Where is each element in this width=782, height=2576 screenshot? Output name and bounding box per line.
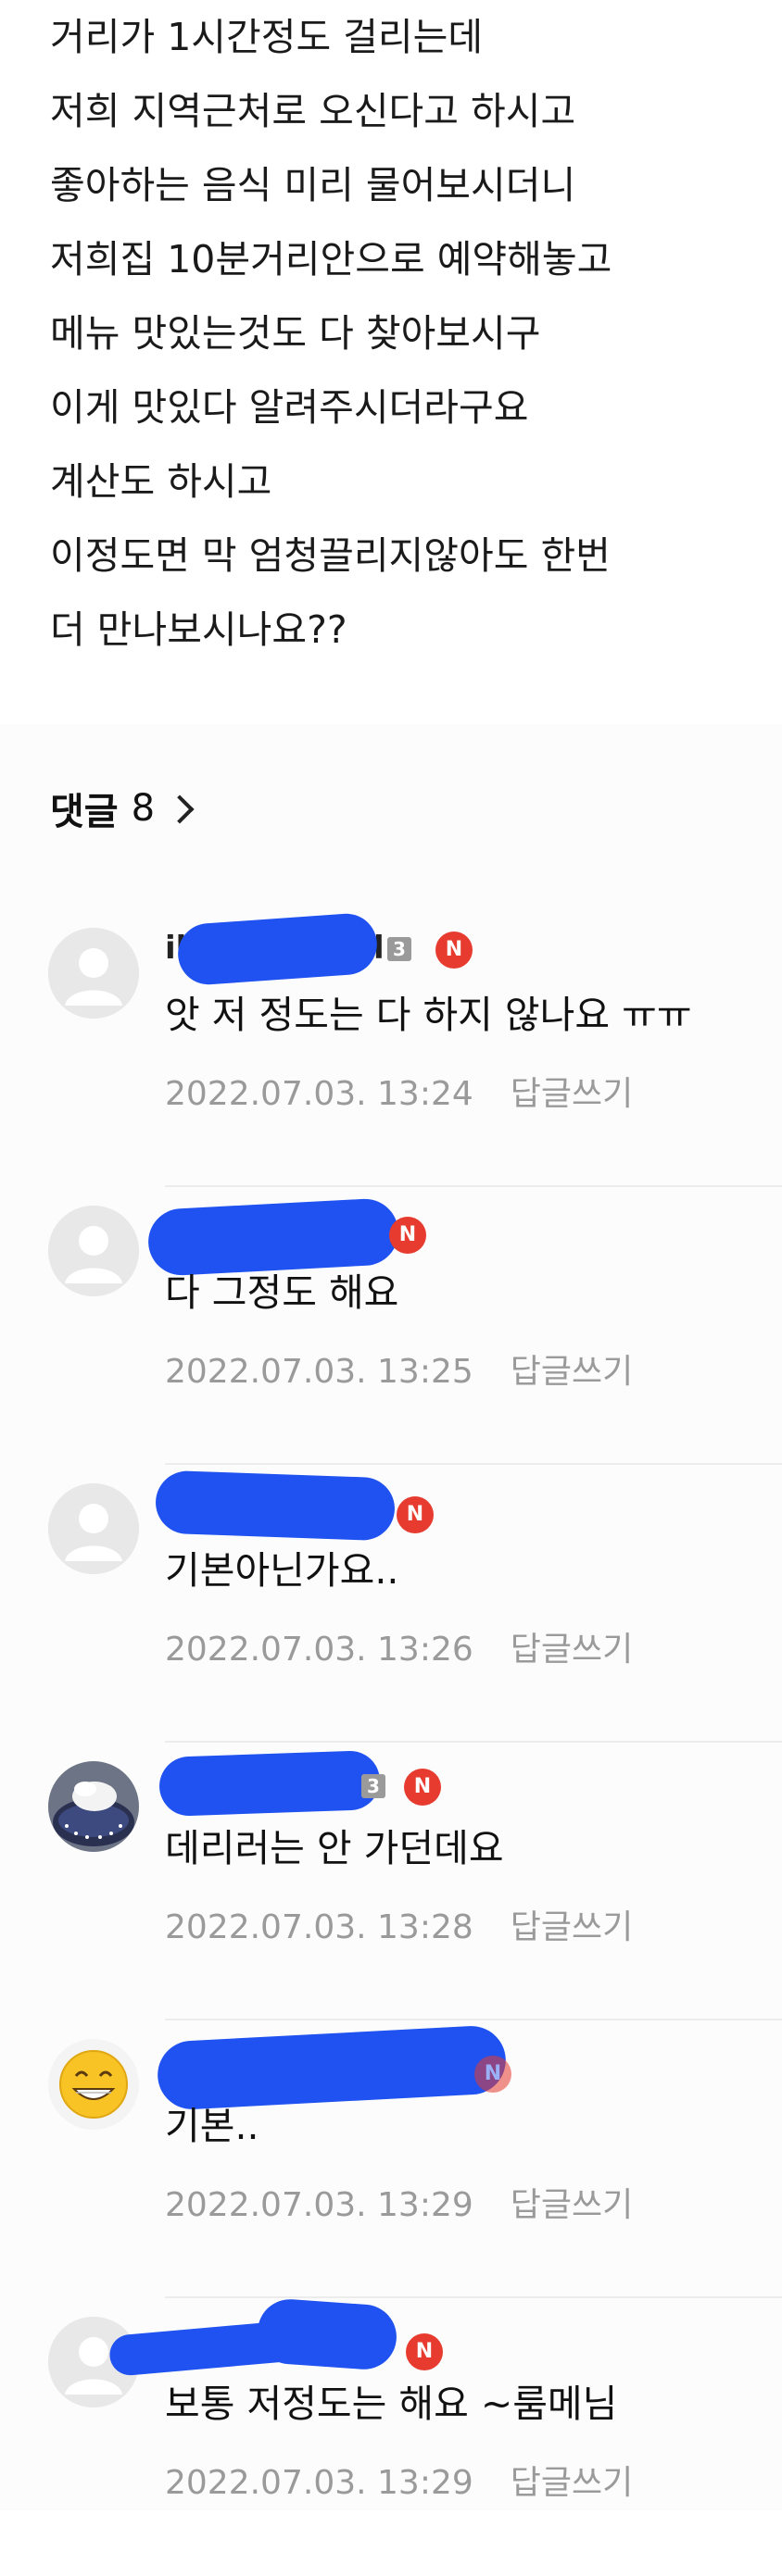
redaction-mark <box>158 1749 382 1818</box>
post-line: 더 만나보시나요?? <box>50 607 347 652</box>
new-badge: N <box>435 932 473 969</box>
comment-date: 2022.07.03. 13:26 <box>165 1631 473 1669</box>
new-badge: N <box>406 2333 443 2370</box>
comment-item: N 기본아닌가요.. 2022.07.03. 13:26 답글쓰기 <box>0 1465 782 1743</box>
comment-meta: 2022.07.03. 13:29 답글쓰기 <box>165 2178 633 2226</box>
reply-button[interactable]: 답글쓰기 <box>511 1075 633 1113</box>
new-badge: N <box>474 2056 511 2093</box>
comment-text: 데리러는 안 가던데요 <box>165 1826 504 1870</box>
comments-header-link[interactable]: 댓글 8 <box>50 782 195 835</box>
post-line: 메뉴 맛있는것도 다 찾아보시구 <box>50 311 541 356</box>
comment-date: 2022.07.03. 13:29 <box>165 2186 473 2224</box>
redaction-mark <box>154 1469 397 1542</box>
comment-text: 기본.. <box>165 2104 259 2148</box>
emoji-avatar-icon[interactable] <box>48 2039 139 2130</box>
comment-author[interactable]: N <box>154 1469 721 1542</box>
comments-title: 댓글 <box>50 791 119 833</box>
comment-meta: 2022.07.03. 13:26 답글쓰기 <box>165 1622 633 1670</box>
comment-author[interactable]: 3 N <box>158 1749 721 1818</box>
post-line: 저희 지역근처로 오신다고 하시고 <box>50 89 576 133</box>
post-line: 좋아하는 음식 미리 물어보시더니 <box>50 163 576 207</box>
comment-meta: 2022.07.03. 13:29 답글쓰기 <box>165 2456 633 2504</box>
chevron-right-icon <box>165 794 195 824</box>
reply-button[interactable]: 답글쓰기 <box>511 1908 633 1946</box>
reply-button[interactable]: 답글쓰기 <box>511 1353 633 1391</box>
reply-button[interactable]: 답글쓰기 <box>511 2186 633 2224</box>
post-body: 거리가 1시간정도 걸리는데 저희 지역근처로 오신다고 하시고 좋아하는 음식… <box>0 0 782 724</box>
comment-text: 앗 저 정도는 다 하지 않나요 ㅠㅠ <box>165 993 692 1037</box>
reply-button[interactable]: 답글쓰기 <box>511 1631 633 1669</box>
default-avatar-icon[interactable] <box>48 1483 139 1574</box>
comment-item: N 다 그정도 해요 2022.07.03. 13:25 답글쓰기 <box>0 1187 782 1465</box>
comment-author[interactable]: N <box>156 2024 721 2111</box>
post-line: 이정도면 막 엄청끌리지않아도 한번 <box>50 533 611 578</box>
redaction-mark <box>255 2296 399 2372</box>
level-badge: 3 <box>387 937 411 961</box>
comment-item: N 보통 저정도는 해요 ~룸메님 2022.07.03. 13:29 답글쓰기 <box>0 2296 782 2576</box>
comment-date: 2022.07.03. 13:28 <box>165 1908 473 1946</box>
comment-meta: 2022.07.03. 13:24 답글쓰기 <box>165 1067 633 1115</box>
post-line: 거리가 1시간정도 걸리는데 <box>50 15 484 59</box>
comments-section: 댓글 8 il l 3 N 앗 저 정도는 다 하지 않나요 ㅠㅠ 2022.0… <box>0 724 782 2510</box>
comment-meta: 2022.07.03. 13:28 답글쓰기 <box>165 1900 633 1948</box>
comment-item: N 기본.. 2022.07.03. 13:29 답글쓰기 <box>0 2020 782 2298</box>
comment-author[interactable]: N <box>146 1196 721 1278</box>
post-line: 저희집 10분거리안으로 예약해놓고 <box>50 237 612 281</box>
comment-meta: 2022.07.03. 13:25 답글쓰기 <box>165 1344 633 1393</box>
default-avatar-icon[interactable] <box>48 928 139 1019</box>
comment-date: 2022.07.03. 13:25 <box>165 1353 473 1391</box>
comment-date: 2022.07.03. 13:24 <box>165 1075 473 1113</box>
post-line: 이게 맛있다 알려주시더라구요 <box>50 385 529 430</box>
comment-text: 다 그정도 해요 <box>165 1270 399 1315</box>
comment-text: 기본아닌가요.. <box>165 1548 399 1593</box>
comment-item: 3 N 데리러는 안 가던데요 2022.07.03. 13:28 답글쓰기 <box>0 1743 782 2020</box>
comment-date: 2022.07.03. 13:29 <box>165 2464 473 2502</box>
reply-button[interactable]: 답글쓰기 <box>511 2464 633 2502</box>
new-badge: N <box>404 1769 441 1806</box>
default-avatar-icon[interactable] <box>48 1206 139 1296</box>
new-badge: N <box>397 1496 434 1533</box>
photo-avatar-icon[interactable] <box>48 1761 139 1852</box>
comment-author[interactable]: il l 3 N <box>165 911 721 987</box>
post-line: 계산도 하시고 <box>50 459 272 504</box>
redaction-mark <box>175 911 380 987</box>
new-badge: N <box>389 1217 426 1254</box>
comments-count: 8 <box>131 787 156 830</box>
comment-item: il l 3 N 앗 저 정도는 다 하지 않나요 ㅠㅠ 2022.07.03.… <box>0 909 782 1187</box>
comment-author[interactable]: N <box>107 2296 721 2377</box>
level-badge: 3 <box>361 1774 385 1798</box>
comment-text: 보통 저정도는 해요 ~룸메님 <box>165 2382 618 2426</box>
